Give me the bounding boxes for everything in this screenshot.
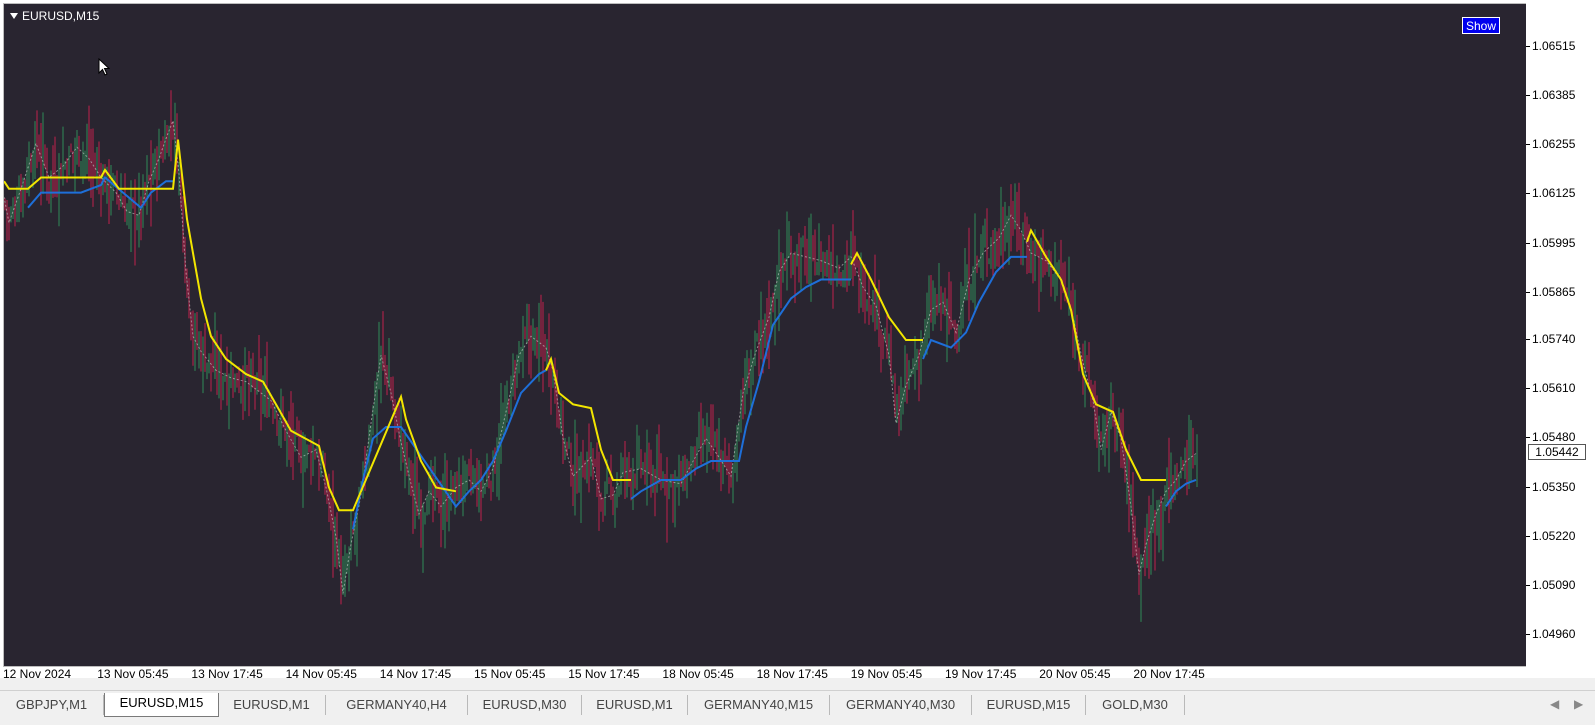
tab-germany40-m30[interactable]: GERMANY40,M30 xyxy=(830,695,972,715)
current-price-label: 1.05442 xyxy=(1528,443,1586,460)
price-tick-label: 1.05610 xyxy=(1525,381,1576,396)
time-tick-label: 13 Nov 17:45 xyxy=(191,667,263,681)
tab-eurusd-m1[interactable]: EURUSD,M1 xyxy=(218,695,326,715)
time-tick-label: 18 Nov 17:45 xyxy=(756,667,828,681)
time-axis[interactable]: 12 Nov 2024 13 Nov 05:45 13 Nov 17:45 14 No… xyxy=(0,667,1526,681)
time-tick-label: 12 Nov 2024 xyxy=(3,667,72,681)
chevron-left-icon[interactable]: ◀ xyxy=(1550,697,1559,711)
price-tick-label: 1.05350 xyxy=(1525,479,1576,494)
tab-eurusd-m15[interactable]: EURUSD,M15 xyxy=(972,695,1086,715)
candles xyxy=(4,90,1198,622)
price-tick-label: 1.05090 xyxy=(1525,577,1576,592)
mouse-pointer-icon xyxy=(98,58,110,76)
price-tick-label: 1.05995 xyxy=(1525,235,1576,250)
price-tick-label: 1.06255 xyxy=(1525,137,1576,152)
time-tick-label: 13 Nov 05:45 xyxy=(97,667,169,681)
time-tick-label: 15 Nov 17:45 xyxy=(568,667,640,681)
price-tick-label: 1.06515 xyxy=(1525,39,1576,53)
tab-eurusd-m30[interactable]: EURUSD,M30 xyxy=(468,695,582,715)
price-tick-label: 1.04960 xyxy=(1525,627,1576,641)
moving-average-up-line xyxy=(630,278,851,500)
price-tick-label: 1.06125 xyxy=(1525,186,1576,201)
chart-window: EURUSD,M15 Show 1.06515 1.06385 1.06255 1.0… xyxy=(0,0,1595,681)
tab-eurusd-m15[interactable]: EURUSD,M15 xyxy=(104,693,219,717)
time-tick-label: 15 Nov 05:45 xyxy=(474,667,546,681)
price-tick-label: 1.05480 xyxy=(1525,430,1576,445)
fast-moving-average-line xyxy=(4,120,1197,594)
price-tick-label: 1.06385 xyxy=(1525,88,1576,103)
chart-symbol-title: EURUSD,M15 xyxy=(22,9,100,23)
time-tick-label: 14 Nov 05:45 xyxy=(285,667,357,681)
triangle-down-icon[interactable] xyxy=(10,13,18,19)
price-chart[interactable] xyxy=(4,4,1527,666)
price-tick-label: 1.05865 xyxy=(1525,284,1576,299)
tab-gold-m30[interactable]: GOLD,M30 xyxy=(1086,695,1185,715)
chart-title-bar[interactable]: EURUSD,M15 xyxy=(10,9,99,23)
time-tick-label: 14 Nov 17:45 xyxy=(379,667,452,681)
tab-germany40-h4[interactable]: GERMANY40,H4 xyxy=(326,695,468,715)
time-tick-label: 20 Nov 17:45 xyxy=(1133,667,1205,681)
tab-eurusd-m1[interactable]: EURUSD,M1 xyxy=(582,695,688,715)
moving-average-down-line xyxy=(4,139,457,512)
chevron-right-icon[interactable]: ▶ xyxy=(1574,697,1583,711)
tab-gbpjpy-m1[interactable]: GBPJPY,M1 xyxy=(0,695,104,715)
price-tick-label: 1.05740 xyxy=(1525,332,1576,347)
tab-germany40-m15[interactable]: GERMANY40,M15 xyxy=(688,695,830,715)
time-tick-label: 18 Nov 05:45 xyxy=(662,667,734,681)
time-tick-label: 19 Nov 17:45 xyxy=(945,667,1017,681)
chart-tab-bar: GBPJPY,M1 EURUSD,M15 EURUSD,M1 GERMANY40,H4… xyxy=(0,690,1595,725)
show-button[interactable]: Show xyxy=(1462,17,1500,34)
price-tick-label: 1.05220 xyxy=(1525,528,1576,543)
time-tick-label: 20 Nov 05:45 xyxy=(1039,667,1111,681)
chart-plot-area[interactable]: EURUSD,M15 xyxy=(3,3,1528,667)
price-axis[interactable]: 1.06515 1.06385 1.06255 1.06125 1.05995 1.058… xyxy=(1525,0,1595,678)
time-tick-label: 19 Nov 05:45 xyxy=(850,667,923,681)
